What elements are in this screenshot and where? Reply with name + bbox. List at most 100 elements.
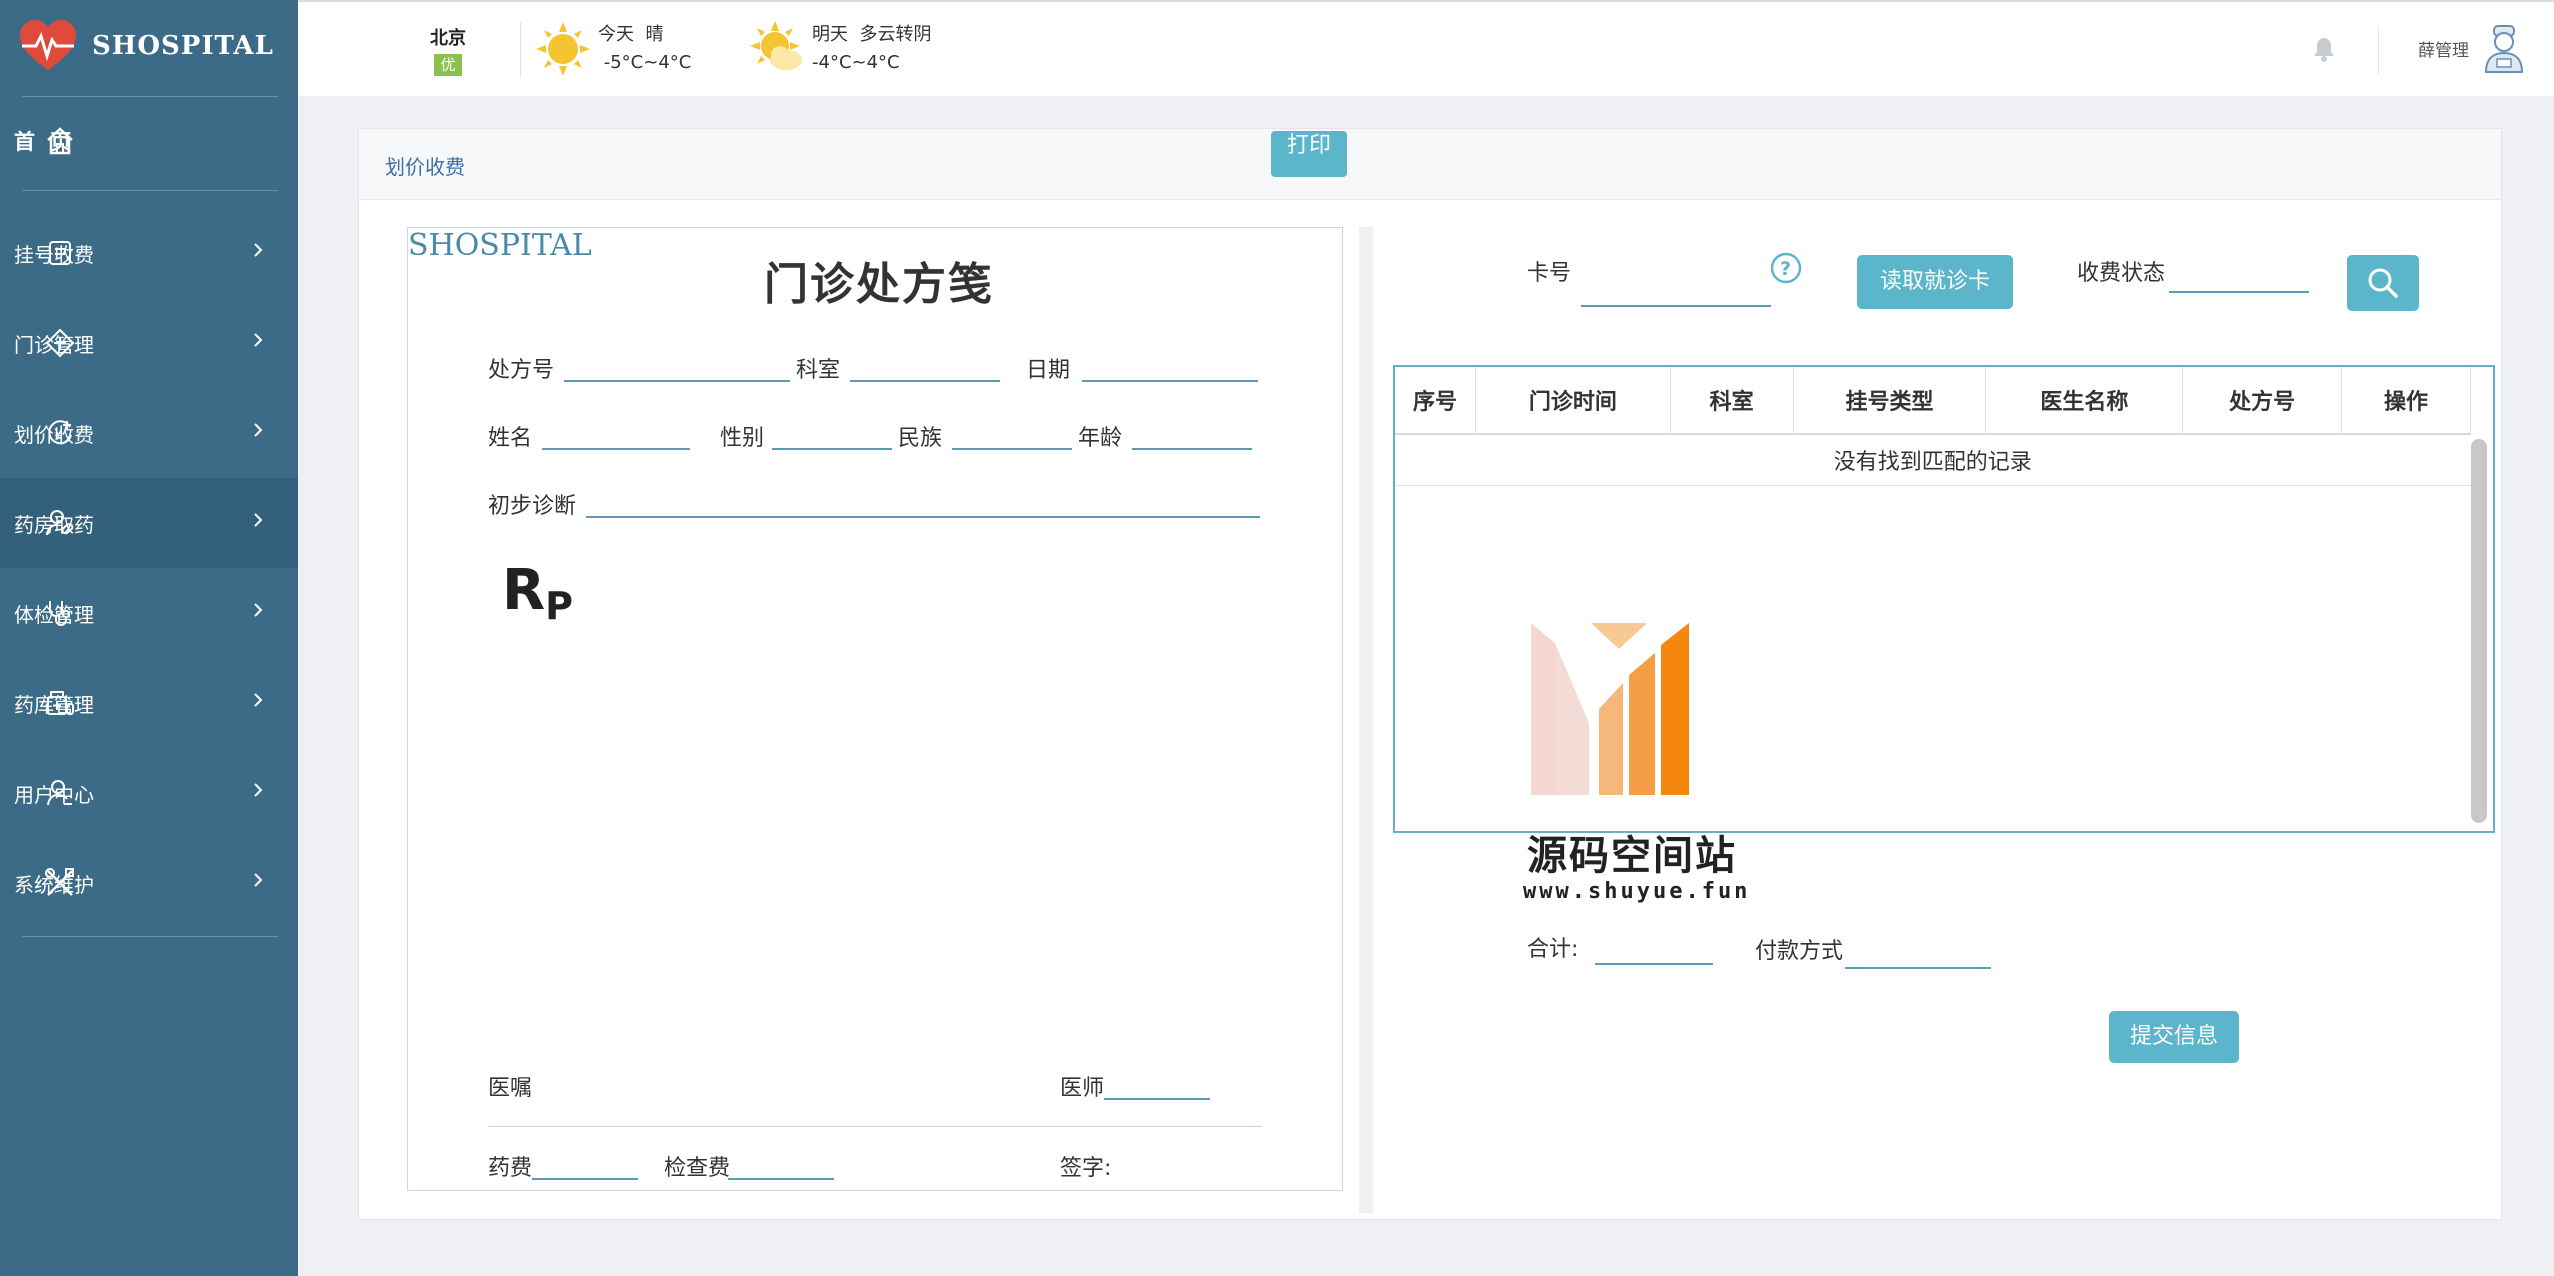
partly-cloudy-icon xyxy=(750,21,802,70)
chevron-right-icon xyxy=(254,243,263,257)
exam-fee-label: 检查费 xyxy=(664,1156,731,1181)
total-field[interactable] xyxy=(1595,963,1713,965)
col-rx-no[interactable]: 处方号 xyxy=(2182,367,2343,435)
col-visit-time[interactable]: 门诊时间 xyxy=(1475,367,1671,435)
rx-no-label: 处方号 xyxy=(488,358,555,383)
nav-menu: 挂号收费 门诊管理 ¥ 划价收费 药房取药 体检管理 药库管理 用户中心 系统维… xyxy=(0,208,298,928)
submit-button[interactable]: 提交信息 xyxy=(2109,1011,2239,1063)
diagnosis-label: 初步诊断 xyxy=(488,494,577,519)
nav-item-label: 用户中心 xyxy=(14,782,94,807)
search-button[interactable] xyxy=(2347,255,2419,311)
divider xyxy=(22,96,278,97)
weather-today: 今天 晴 -5°C~4°C xyxy=(534,20,691,78)
sidebar: SHOSPITAL 首 页 挂号收费 门诊管理 ¥ 划价收费 药房取药 体检管理… xyxy=(0,0,298,1276)
nav-item-maintenance[interactable]: 系统维护 xyxy=(0,838,298,928)
age-field[interactable] xyxy=(1132,448,1252,450)
chevron-right-icon xyxy=(254,603,263,617)
gender-label: 性别 xyxy=(720,426,765,451)
user-name[interactable]: 薛管理 xyxy=(2418,36,2469,61)
nav-item-clinic[interactable]: 门诊管理 xyxy=(0,298,298,388)
panel-header: 划价收费 打印 xyxy=(359,129,2501,200)
city-name: 北京 xyxy=(430,28,466,49)
city-weather[interactable]: 北京 优 xyxy=(428,24,468,76)
avatar[interactable] xyxy=(2482,24,2526,74)
col-register-type[interactable]: 挂号类型 xyxy=(1793,367,1987,435)
bell-icon[interactable] xyxy=(2312,36,2336,62)
chevron-right-icon xyxy=(254,423,263,437)
diagnosis-field[interactable] xyxy=(586,516,1260,518)
print-button[interactable]: 打印 xyxy=(1271,131,1347,177)
weather-today-label: 今天 xyxy=(598,24,634,45)
ethnicity-field[interactable] xyxy=(952,448,1072,450)
chevron-right-icon xyxy=(254,783,263,797)
divider xyxy=(520,22,521,78)
nav-item-checkup[interactable]: 体检管理 xyxy=(0,568,298,658)
department-label: 科室 xyxy=(796,358,841,383)
watermark-title: 源码空间站 xyxy=(1527,833,1737,879)
nav-item-register[interactable]: 挂号收费 xyxy=(0,208,298,298)
nav-item-label: 体检管理 xyxy=(14,602,94,627)
aqi-badge: 优 xyxy=(434,54,462,76)
nav-item-user-center[interactable]: 用户中心 xyxy=(0,748,298,838)
col-actions[interactable]: 操作 xyxy=(2341,367,2471,435)
nav-item-label: 系统维护 xyxy=(14,872,94,897)
date-field[interactable] xyxy=(1082,380,1258,382)
divider xyxy=(2378,26,2379,74)
table-row: 没有找到匹配的记录 xyxy=(1395,434,2471,486)
divider xyxy=(22,190,278,191)
app-logo[interactable]: SHOSPITAL xyxy=(18,18,274,74)
name-field[interactable] xyxy=(542,448,690,450)
total-label: 合计: xyxy=(1527,937,1579,962)
app-name: SHOSPITAL xyxy=(92,31,274,61)
payment-method-select[interactable] xyxy=(1845,967,1991,969)
read-card-button[interactable]: 读取就诊卡 xyxy=(1857,255,2013,309)
department-field[interactable] xyxy=(850,380,1000,382)
date-label: 日期 xyxy=(1026,358,1071,383)
col-department[interactable]: 科室 xyxy=(1670,367,1794,435)
card-input[interactable] xyxy=(1581,305,1771,307)
col-index[interactable]: 序号 xyxy=(1395,367,1476,435)
signature-label: 签字: xyxy=(1060,1156,1112,1181)
col-doctor-name[interactable]: 医生名称 xyxy=(1985,367,2184,435)
divider xyxy=(22,936,278,937)
panel-title: 划价收费 xyxy=(385,155,465,179)
prescription-brand: SHOSPITAL xyxy=(408,228,592,263)
chevron-right-icon xyxy=(254,333,263,347)
chevron-right-icon xyxy=(254,693,263,707)
weather-today-temp: -5°C~4°C xyxy=(603,52,692,73)
weather-tomorrow: 明天 多云转阴 -4°C~4°C xyxy=(748,20,931,78)
weather-today-condition: 晴 xyxy=(645,24,664,45)
name-label: 姓名 xyxy=(488,426,533,451)
prescription-form: SHOSPITAL 门诊处方笺 处方号 科室 日期 姓名 性别 民族 年龄 初步… xyxy=(407,227,1343,1191)
payment-method-label: 付款方式 xyxy=(1755,939,1844,964)
nav-item-label: 药房取药 xyxy=(14,512,94,537)
weather-tomorrow-condition: 多云转阴 xyxy=(859,24,932,45)
chevron-right-icon xyxy=(254,873,263,887)
svg-text:?: ? xyxy=(1780,258,1791,280)
search-icon xyxy=(2368,268,2398,298)
drug-fee-field[interactable] xyxy=(532,1178,638,1180)
column-divider xyxy=(1359,227,1373,1213)
nav-item-label: 药库管理 xyxy=(14,692,94,717)
age-label: 年龄 xyxy=(1078,426,1123,451)
nav-home[interactable]: 首 页 xyxy=(0,110,298,172)
charge-status-select[interactable] xyxy=(2169,291,2309,293)
nav-item-label: 挂号收费 xyxy=(14,242,94,267)
weather-tomorrow-temp: -4°C~4°C xyxy=(812,52,900,73)
sun-icon xyxy=(536,22,590,76)
nav-item-pricing[interactable]: ¥ 划价收费 xyxy=(0,388,298,478)
nav-item-drug-store[interactable]: 药库管理 xyxy=(0,658,298,748)
rx-no-field[interactable] xyxy=(564,380,790,382)
exam-fee-field[interactable] xyxy=(728,1178,834,1180)
scrollbar[interactable] xyxy=(2471,439,2487,823)
nav-item-label: 门诊管理 xyxy=(14,332,94,357)
gender-field[interactable] xyxy=(772,448,892,450)
drug-fee-label: 药费 xyxy=(488,1156,533,1181)
nav-item-pharmacy[interactable]: 药房取药 xyxy=(0,478,298,568)
watermark-url: www.shuyue.fun xyxy=(1523,879,1751,904)
watermark-logo xyxy=(1531,623,1689,795)
doctor-field[interactable] xyxy=(1104,1098,1210,1100)
rx-symbol: RP xyxy=(502,558,573,628)
help-icon[interactable]: ? xyxy=(1769,251,1803,285)
top-bar: 北京 优 今天 晴 -5°C~4°C 明天 多云转阴 -4°C~4°C 薛管理 xyxy=(298,0,2554,96)
